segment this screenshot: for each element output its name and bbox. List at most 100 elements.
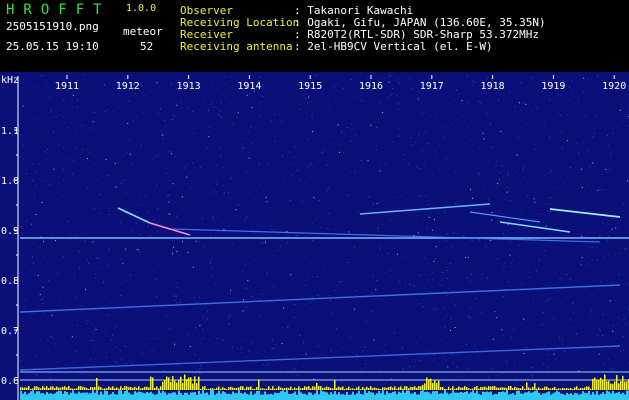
noise-speck — [595, 194, 597, 196]
noise-speck — [311, 118, 313, 119]
noise-speck — [597, 335, 599, 337]
level-bar — [198, 376, 200, 390]
level-bar — [514, 386, 516, 390]
level-bar — [182, 382, 184, 390]
noise-speck — [79, 268, 80, 269]
noise-speck — [376, 149, 378, 151]
noise-speck — [193, 279, 195, 281]
noise-speck — [598, 328, 600, 329]
level-bar — [544, 386, 546, 390]
noise-speck — [178, 202, 180, 204]
noise-speck — [75, 336, 77, 338]
noise-speck — [251, 228, 253, 230]
noise-speck — [218, 113, 220, 115]
floor-bar — [364, 390, 366, 400]
noise-speck — [504, 199, 506, 201]
noise-speck — [392, 351, 394, 353]
noise-speck — [305, 154, 307, 156]
noise-speck — [120, 295, 122, 297]
noise-speck — [24, 277, 26, 279]
noise-speck — [65, 201, 67, 203]
noise-speck — [304, 284, 306, 286]
noise-speck — [271, 348, 273, 350]
level-bar — [418, 386, 420, 390]
level-bar — [48, 388, 50, 390]
noise-speck — [477, 172, 479, 174]
x-tick-label: 1917 — [420, 81, 444, 92]
floor-bar — [198, 390, 200, 400]
noise-speck — [311, 327, 313, 329]
noise-speck — [311, 115, 313, 117]
level-bar — [122, 388, 124, 390]
noise-speck — [246, 356, 248, 358]
noise-speck — [444, 212, 445, 214]
floor-bar — [546, 392, 548, 400]
noise-speck — [89, 151, 91, 153]
noise-speck — [286, 242, 288, 244]
level-bar — [304, 386, 306, 390]
noise-speck — [299, 108, 300, 110]
level-bar — [606, 381, 608, 390]
noise-speck — [481, 364, 483, 366]
noise-speck — [142, 130, 144, 132]
noise-speck — [520, 82, 522, 84]
level-bar — [112, 386, 114, 390]
level-bar — [312, 386, 314, 390]
x-tick-label: 1916 — [359, 81, 383, 92]
noise-speck — [266, 201, 268, 203]
noise-speck — [581, 235, 583, 237]
noise-speck — [375, 289, 377, 291]
noise-speck — [412, 207, 414, 208]
noise-speck — [545, 326, 547, 327]
noise-speck — [608, 359, 609, 360]
noise-speck — [571, 261, 573, 263]
floor-bar — [256, 391, 258, 400]
noise-speck — [202, 143, 204, 145]
noise-speck — [467, 368, 469, 370]
noise-speck — [481, 273, 483, 275]
level-bar — [402, 388, 404, 390]
noise-speck — [333, 228, 335, 230]
noise-speck — [323, 266, 325, 268]
noise-speck — [222, 185, 224, 187]
level-bar — [518, 387, 520, 390]
noise-speck — [55, 344, 57, 346]
level-bar — [128, 387, 130, 390]
noise-speck — [511, 240, 513, 242]
x-tick-label: 1919 — [541, 81, 565, 92]
noise-speck — [503, 244, 504, 246]
noise-speck — [593, 132, 595, 134]
noise-speck — [101, 113, 103, 115]
noise-speck — [549, 354, 550, 356]
level-bar — [64, 386, 66, 390]
noise-speck — [161, 223, 163, 225]
noise-speck — [512, 341, 514, 343]
noise-speck — [533, 304, 534, 306]
noise-speck — [243, 277, 245, 279]
noise-speck — [347, 272, 349, 274]
noise-speck — [335, 285, 337, 287]
level-bar — [296, 388, 298, 390]
floor-bar — [62, 394, 64, 400]
level-bar — [408, 388, 410, 390]
noise-speck — [280, 121, 282, 123]
noise-speck — [152, 158, 153, 159]
noise-speck — [35, 355, 37, 357]
noise-speck — [599, 181, 601, 183]
noise-speck — [595, 85, 597, 86]
floor-bar — [248, 394, 250, 400]
noise-speck — [564, 274, 566, 276]
floor-bar — [210, 390, 212, 400]
level-bar — [516, 387, 518, 390]
noise-speck — [231, 242, 233, 244]
noise-speck — [41, 180, 43, 182]
noise-speck — [421, 149, 423, 151]
noise-speck — [154, 290, 156, 291]
noise-speck — [596, 189, 598, 191]
noise-speck — [274, 344, 276, 346]
level-bar — [416, 387, 418, 390]
noise-speck — [242, 270, 244, 272]
noise-speck — [149, 282, 151, 284]
noise-speck — [332, 143, 334, 145]
noise-speck — [376, 203, 378, 205]
